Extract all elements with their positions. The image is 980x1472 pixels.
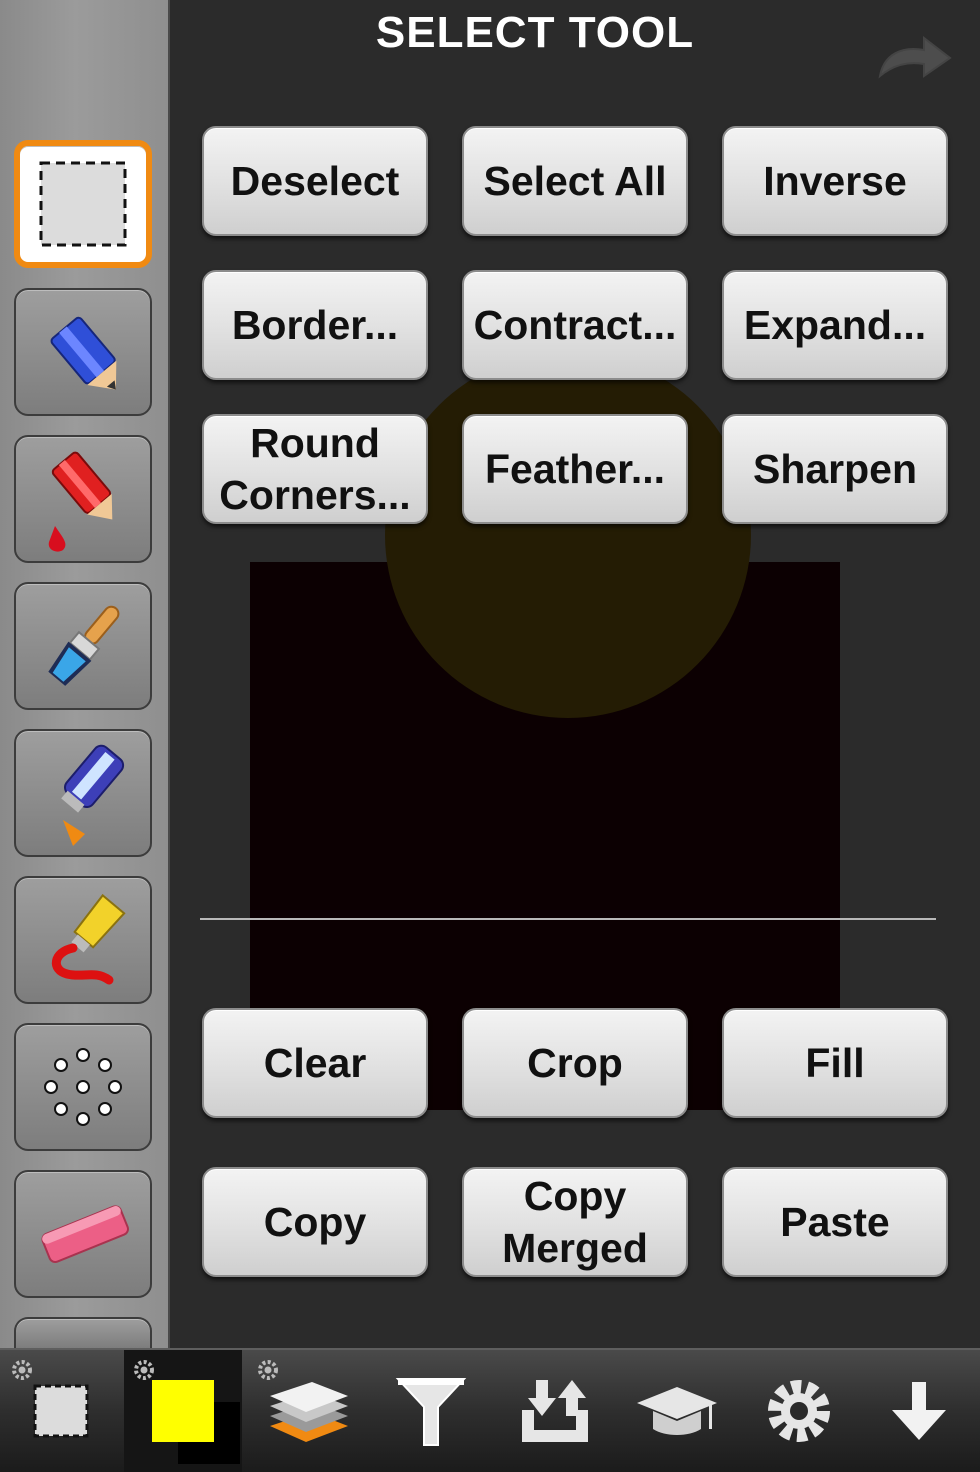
eraser-tool-button[interactable]: [14, 1170, 152, 1298]
layers-button[interactable]: [248, 1350, 366, 1472]
bottom-toolbar: [0, 1348, 980, 1472]
tool-strip: [0, 0, 170, 1348]
canvas-circle-shape: [385, 352, 751, 718]
airbrush-tool-button[interactable]: [14, 729, 152, 857]
gear-icon: [258, 1360, 278, 1380]
clear-button[interactable]: Clear: [202, 1008, 428, 1118]
selection-tool-button[interactable]: [14, 140, 152, 268]
copy-button[interactable]: Copy: [202, 1167, 428, 1277]
contract-button[interactable]: Contract...: [462, 270, 688, 380]
select-all-button[interactable]: Select All: [462, 126, 688, 236]
settings-icon: [768, 1380, 830, 1442]
color-swatch-button[interactable]: [124, 1350, 242, 1472]
pencil-icon: [50, 316, 117, 390]
more-tools-button[interactable]: [14, 1317, 152, 1348]
primary-color-swatch: [152, 1380, 214, 1442]
paste-button[interactable]: Paste: [722, 1167, 948, 1277]
tutorial-button[interactable]: [618, 1350, 736, 1472]
filter-button[interactable]: [372, 1350, 490, 1472]
inverse-button[interactable]: Inverse: [722, 126, 948, 236]
brush-tool-button[interactable]: [14, 582, 152, 710]
airbrush-icon: [61, 744, 125, 846]
download-button[interactable]: [860, 1350, 978, 1472]
color-pencil-tool-button[interactable]: [14, 435, 152, 563]
gear-icon: [134, 1360, 154, 1380]
redo-icon[interactable]: [874, 36, 954, 82]
graduation-cap-icon: [637, 1387, 717, 1435]
pencil-tool-button[interactable]: [14, 288, 152, 416]
settings-button[interactable]: [740, 1350, 858, 1472]
round-corners-button[interactable]: Round Corners...: [202, 414, 428, 524]
dots-tool-button[interactable]: [14, 1023, 152, 1151]
crop-button[interactable]: Crop: [462, 1008, 688, 1118]
layers-icon: [270, 1382, 348, 1442]
import-export-button[interactable]: [496, 1350, 614, 1472]
feather-button[interactable]: Feather...: [462, 414, 688, 524]
fill-button[interactable]: Fill: [722, 1008, 948, 1118]
eraser-icon: [41, 1205, 129, 1264]
color-pencil-icon: [48, 451, 113, 552]
import-export-icon: [522, 1380, 588, 1442]
selection-options-button[interactable]: [0, 1350, 122, 1472]
deselect-button[interactable]: Deselect: [202, 126, 428, 236]
selection-marquee-icon: [33, 1384, 89, 1438]
brush-icon: [48, 605, 120, 686]
copy-merged-button[interactable]: Copy Merged: [462, 1167, 688, 1277]
selection-marquee-icon: [39, 161, 127, 247]
sharpen-button[interactable]: Sharpen: [722, 414, 948, 524]
gear-icon: [12, 1360, 32, 1380]
divider: [200, 918, 936, 920]
paint-tube-tool-button[interactable]: [14, 876, 152, 1004]
expand-button[interactable]: Expand...: [722, 270, 948, 380]
filter-icon: [395, 1378, 467, 1446]
page-title: SELECT TOOL: [375, 8, 695, 57]
paint-tube-icon: [52, 893, 126, 985]
down-arrow-icon: [892, 1382, 946, 1440]
dots-pattern-icon: [44, 1048, 122, 1126]
border-button[interactable]: Border...: [202, 270, 428, 380]
